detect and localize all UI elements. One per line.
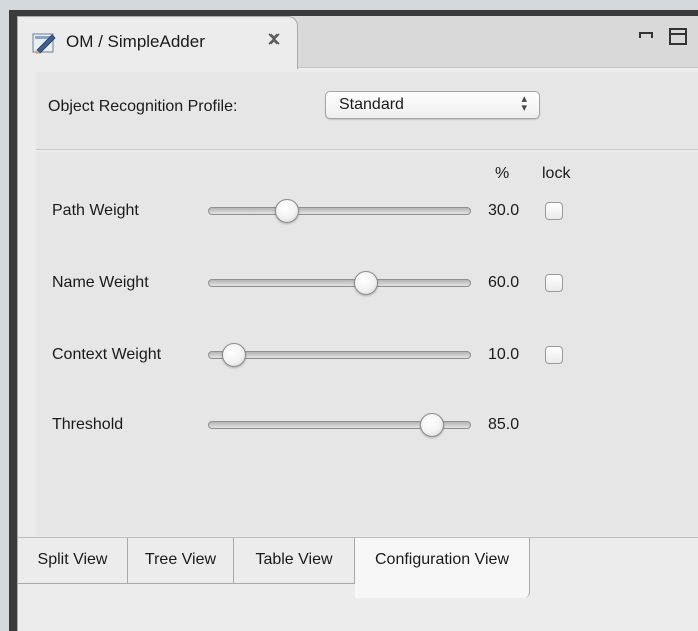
select-arrows-icon: ▴ ▾: [521, 93, 527, 114]
editor-panel: OM / SimpleAdder Object Recognition Prof…: [17, 16, 698, 631]
tab-split-view[interactable]: Split View: [18, 538, 128, 584]
context-weight-value: 10.0: [488, 346, 520, 363]
tab-configuration-view[interactable]: Configuration View: [355, 538, 530, 598]
path-weight-slider-knob[interactable]: [274, 199, 299, 223]
tab-tree-view[interactable]: Tree View: [128, 538, 234, 584]
editor-tab[interactable]: OM / SimpleAdder: [18, 16, 298, 69]
lock-column-header: lock: [542, 165, 571, 182]
name-weight-track[interactable]: [208, 279, 471, 287]
close-icon[interactable]: [266, 31, 282, 52]
view-tabbar: Split View Tree View Table View Configur…: [18, 537, 698, 631]
name-weight-lock-checkbox[interactable]: [545, 274, 563, 292]
profile-row: Object Recognition Profile: Standard ▴ ▾: [36, 72, 698, 150]
context-weight-label: Context Weight: [52, 346, 162, 363]
om-editor-icon: [32, 31, 58, 55]
minimize-icon[interactable]: [639, 32, 653, 38]
tab-table-view[interactable]: Table View: [234, 538, 355, 584]
context-weight-lock-checkbox[interactable]: [545, 346, 563, 364]
threshold-value: 85.0: [488, 416, 520, 433]
profile-selected-value: Standard: [339, 96, 404, 113]
maximize-icon[interactable]: [669, 28, 687, 45]
name-weight-slider-knob[interactable]: [353, 271, 378, 295]
threshold-label: Threshold: [52, 416, 124, 433]
path-weight-track[interactable]: [208, 207, 471, 215]
threshold-slider-knob[interactable]: [419, 413, 444, 437]
profile-label: Object Recognition Profile:: [48, 98, 238, 115]
weights-panel: % lock Path Weight 30.0 Name Weight 60.0…: [36, 152, 698, 536]
profile-select[interactable]: Standard ▴ ▾: [325, 91, 540, 119]
view-controls: [631, 24, 691, 48]
context-weight-track[interactable]: [208, 351, 471, 359]
name-weight-label: Name Weight: [52, 274, 149, 291]
name-weight-value: 60.0: [488, 274, 520, 291]
percent-column-header: %: [495, 165, 510, 182]
tabbar-background: [18, 598, 698, 631]
context-weight-slider-knob[interactable]: [222, 343, 247, 367]
path-weight-label: Path Weight: [52, 202, 139, 219]
path-weight-lock-checkbox[interactable]: [545, 202, 563, 220]
editor-tabstrip: OM / SimpleAdder: [18, 16, 698, 69]
path-weight-value: 30.0: [488, 202, 520, 219]
editor-tab-title: OM / SimpleAdder: [66, 32, 205, 51]
